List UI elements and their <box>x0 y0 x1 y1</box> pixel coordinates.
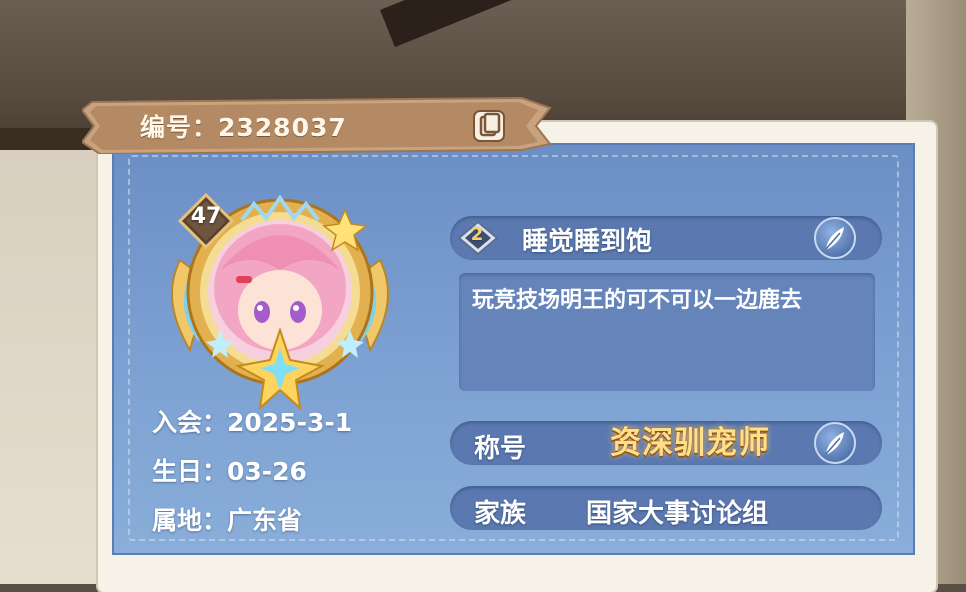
location: 属地：广东省 <box>152 506 303 535</box>
join-date: 入会：2025-3-1 <box>152 408 353 437</box>
player-id: 编号：2328037 <box>140 113 347 142</box>
clan-name: 国家大事讨论组 <box>586 499 769 529</box>
feather-icon <box>825 227 844 250</box>
level-number: 47 <box>190 204 222 229</box>
title-value: 资深驯宠师 <box>610 425 770 461</box>
edit-name-button[interactable] <box>814 217 856 259</box>
clan-label: 家族 <box>474 499 527 529</box>
player-name: 睡觉睡到饱 <box>522 227 653 257</box>
rank-number: 2 <box>470 224 484 245</box>
copy-icon[interactable] <box>470 108 508 144</box>
signature-text: 玩竞技场明王的可不可以一边鹿去 <box>472 288 803 313</box>
title-label: 称号 <box>474 434 527 464</box>
edit-title-button[interactable] <box>814 422 856 464</box>
birthday: 生日：03-26 <box>152 457 307 486</box>
feather-icon <box>825 432 844 455</box>
